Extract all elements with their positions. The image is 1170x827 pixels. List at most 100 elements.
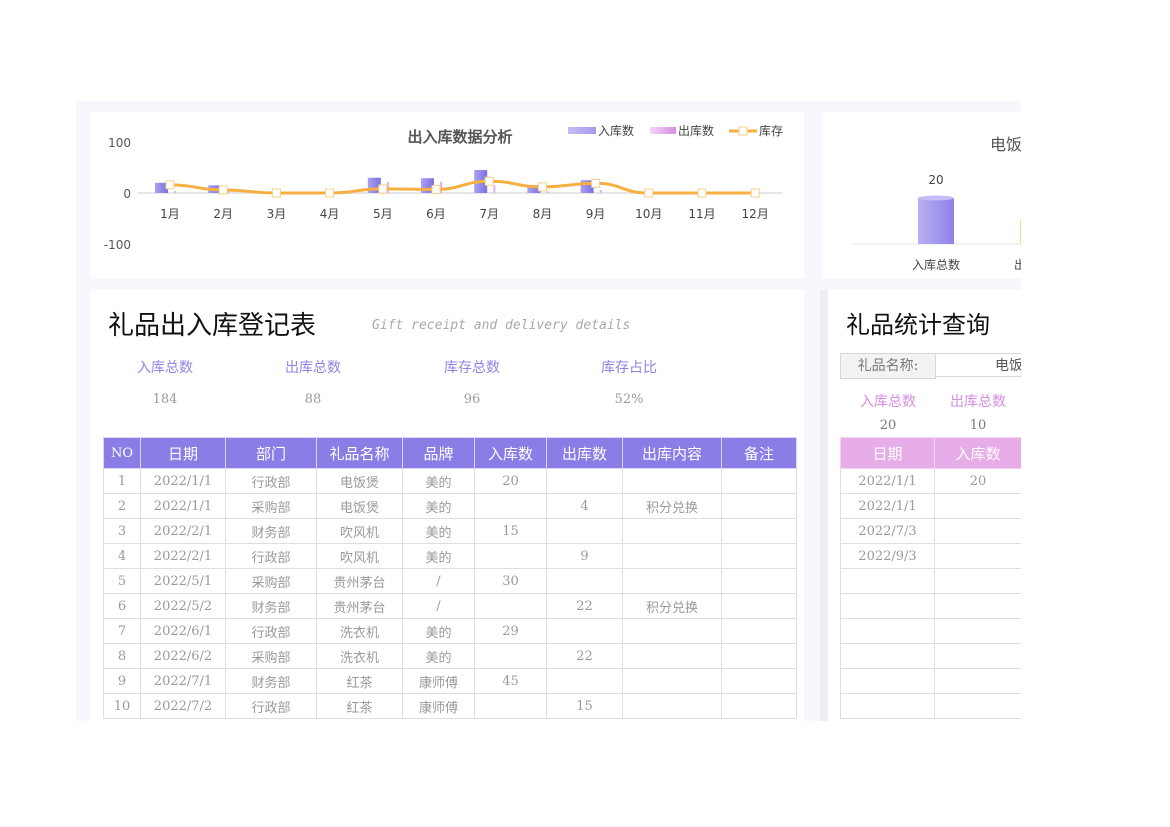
- cell-in-qty[interactable]: [474, 593, 547, 619]
- cell-gift-name[interactable]: 洗衣机: [316, 643, 403, 669]
- query-cell-date[interactable]: 2022/7/3: [840, 518, 935, 544]
- register-row[interactable]: 10 2022/7/2 行政部 红茶 康师傅 15: [103, 693, 797, 719]
- cell-out-content[interactable]: 积分兑换: [622, 593, 722, 619]
- cell-department[interactable]: 采购部: [225, 568, 317, 594]
- cell-remark[interactable]: [721, 618, 797, 644]
- register-row[interactable]: 2 2022/1/1 采购部 电饭煲 美的 4 积分兑换: [103, 493, 797, 519]
- cell-out-content[interactable]: [622, 568, 722, 594]
- register-row[interactable]: 3 2022/2/1 财务部 吹风机 美的 15: [103, 518, 797, 544]
- cell-no[interactable]: 2: [103, 493, 141, 519]
- cell-gift-name[interactable]: 吹风机: [316, 518, 403, 544]
- cell-in-qty[interactable]: [474, 643, 547, 669]
- cell-date[interactable]: 2022/6/1: [140, 618, 226, 644]
- register-row[interactable]: 4 2022/2/1 行政部 吹风机 美的 9: [103, 543, 797, 569]
- cell-department[interactable]: 行政部: [225, 468, 317, 494]
- register-row[interactable]: 9 2022/7/1 财务部 红茶 康师傅 45: [103, 668, 797, 694]
- cell-no[interactable]: 8: [103, 643, 141, 669]
- cell-out-qty[interactable]: 22: [546, 643, 623, 669]
- query-row[interactable]: 2022/9/3: [840, 543, 1021, 569]
- cell-out-qty[interactable]: [546, 518, 623, 544]
- cell-in-qty[interactable]: 45: [474, 668, 547, 694]
- query-row[interactable]: [840, 593, 1021, 619]
- register-row[interactable]: 7 2022/6/1 行政部 洗衣机 美的 29: [103, 618, 797, 644]
- cell-gift-name[interactable]: 洗衣机: [316, 618, 403, 644]
- cell-in-qty[interactable]: [474, 493, 547, 519]
- monthly-inout-chart[interactable]: 出入库数据分析 100 0 -100 1月 2月 3月 4月 5月 6月 7月 8月 9月 10月 11月 1…: [90, 112, 804, 278]
- cell-brand[interactable]: 美的: [402, 618, 475, 644]
- cell-brand[interactable]: 康师傅: [402, 668, 475, 694]
- query-cell-date[interactable]: [840, 568, 935, 594]
- query-cell-date[interactable]: [840, 643, 935, 669]
- cell-no[interactable]: 6: [103, 593, 141, 619]
- query-cell-date[interactable]: [840, 668, 935, 694]
- cell-out-content[interactable]: [622, 468, 722, 494]
- query-cell-in-qty[interactable]: 20: [934, 468, 1021, 494]
- cell-in-qty[interactable]: 30: [474, 568, 547, 594]
- item-summary-chart[interactable]: 电饭煲20入库总数10出库总数: [822, 112, 1021, 278]
- cell-in-qty[interactable]: 29: [474, 618, 547, 644]
- cell-gift-name[interactable]: 红茶: [316, 668, 403, 694]
- register-row[interactable]: 8 2022/6/2 采购部 洗衣机 美的 22: [103, 643, 797, 669]
- query-cell-date[interactable]: [840, 618, 935, 644]
- query-cell-in-qty[interactable]: [934, 643, 1021, 669]
- query-cell-date[interactable]: [840, 593, 935, 619]
- cell-no[interactable]: 5: [103, 568, 141, 594]
- cell-remark[interactable]: [721, 668, 797, 694]
- cell-out-content[interactable]: [622, 668, 722, 694]
- cell-in-qty[interactable]: [474, 693, 547, 719]
- cell-no[interactable]: 3: [103, 518, 141, 544]
- query-row[interactable]: [840, 643, 1021, 669]
- cell-gift-name[interactable]: 电饭煲: [316, 468, 403, 494]
- cell-out-qty[interactable]: 22: [546, 593, 623, 619]
- cell-gift-name[interactable]: 吹风机: [316, 543, 403, 569]
- register-row[interactable]: 1 2022/1/1 行政部 电饭煲 美的 20: [103, 468, 797, 494]
- cell-gift-name[interactable]: 贵州茅台: [316, 593, 403, 619]
- col-gift-name[interactable]: 礼品名称: [316, 437, 403, 469]
- cell-out-qty[interactable]: [546, 468, 623, 494]
- query-row[interactable]: [840, 568, 1021, 594]
- cell-date[interactable]: 2022/2/1: [140, 518, 226, 544]
- cell-out-content[interactable]: 积分兑换: [622, 493, 722, 519]
- cell-out-qty[interactable]: [546, 618, 623, 644]
- query-cell-date[interactable]: [840, 693, 935, 719]
- query-col-date[interactable]: 日期: [840, 437, 935, 469]
- cell-brand[interactable]: 美的: [402, 518, 475, 544]
- query-cell-in-qty[interactable]: [934, 518, 1021, 544]
- cell-date[interactable]: 2022/2/1: [140, 543, 226, 569]
- cell-out-qty[interactable]: 4: [546, 493, 623, 519]
- query-cell-in-qty[interactable]: [934, 568, 1021, 594]
- cell-gift-name[interactable]: 贵州茅台: [316, 568, 403, 594]
- col-in-qty[interactable]: 入库数: [474, 437, 547, 469]
- cell-out-qty[interactable]: [546, 668, 623, 694]
- cell-out-qty[interactable]: [546, 568, 623, 594]
- cell-out-qty[interactable]: 15: [546, 693, 623, 719]
- query-cell-date[interactable]: 2022/1/1: [840, 493, 935, 519]
- col-remark[interactable]: 备注: [721, 437, 797, 469]
- register-row[interactable]: 6 2022/5/2 财务部 贵州茅台/ 22 积分兑换: [103, 593, 797, 619]
- cell-date[interactable]: 2022/1/1: [140, 468, 226, 494]
- col-out-qty[interactable]: 出库数: [546, 437, 623, 469]
- query-cell-in-qty[interactable]: [934, 593, 1021, 619]
- cell-date[interactable]: 2022/5/1: [140, 568, 226, 594]
- query-row[interactable]: [840, 618, 1021, 644]
- cell-brand[interactable]: 美的: [402, 468, 475, 494]
- cell-date[interactable]: 2022/7/1: [140, 668, 226, 694]
- query-cell-in-qty[interactable]: [934, 543, 1021, 569]
- cell-out-qty[interactable]: 9: [546, 543, 623, 569]
- query-row[interactable]: 2022/1/1 20: [840, 468, 1021, 494]
- cell-out-content[interactable]: [622, 618, 722, 644]
- cell-remark[interactable]: [721, 493, 797, 519]
- cell-remark[interactable]: [721, 543, 797, 569]
- query-row[interactable]: 2022/7/3: [840, 518, 1021, 544]
- cell-remark[interactable]: [721, 593, 797, 619]
- cell-brand[interactable]: /: [402, 568, 475, 594]
- cell-brand[interactable]: 美的: [402, 493, 475, 519]
- query-cell-in-qty[interactable]: [934, 668, 1021, 694]
- cell-out-content[interactable]: [622, 543, 722, 569]
- cell-brand[interactable]: 美的: [402, 543, 475, 569]
- col-date[interactable]: 日期: [140, 437, 226, 469]
- cell-date[interactable]: 2022/5/2: [140, 593, 226, 619]
- cell-department[interactable]: 行政部: [225, 543, 317, 569]
- cell-department[interactable]: 财务部: [225, 593, 317, 619]
- col-brand[interactable]: 品牌: [402, 437, 475, 469]
